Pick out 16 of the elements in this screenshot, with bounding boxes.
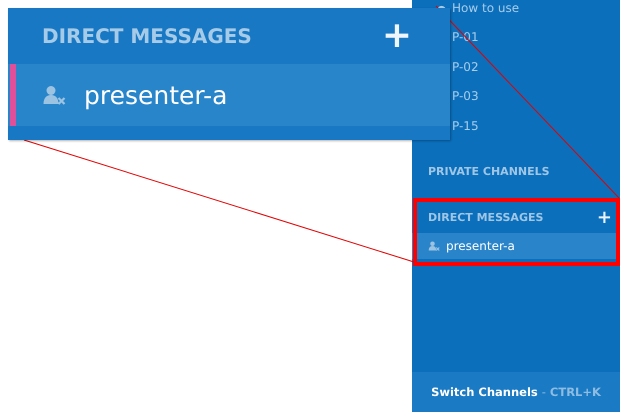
section-header: DIRECT MESSAGES <box>42 24 252 48</box>
selection-bar <box>10 64 16 126</box>
direct-message-item[interactable]: presenter-a <box>8 64 450 126</box>
section-header: PRIVATE CHANNELS <box>428 165 550 178</box>
channel-item[interactable]: P-02 <box>452 60 479 74</box>
channel-item[interactable]: How to use <box>452 0 520 15</box>
channel-item[interactable]: P-03 <box>452 89 479 104</box>
add-button[interactable]: + <box>382 20 412 52</box>
switch-channels-label[interactable]: Switch Channels <box>431 385 538 399</box>
add-button[interactable]: + <box>596 208 612 226</box>
shortcut-label: CTRL+K <box>550 385 601 399</box>
user-icon <box>428 240 440 252</box>
channel-item[interactable]: P-15 <box>452 118 479 133</box>
user-icon <box>42 83 66 107</box>
section-header: DIRECT MESSAGES <box>428 211 544 224</box>
separator: - <box>542 385 546 399</box>
